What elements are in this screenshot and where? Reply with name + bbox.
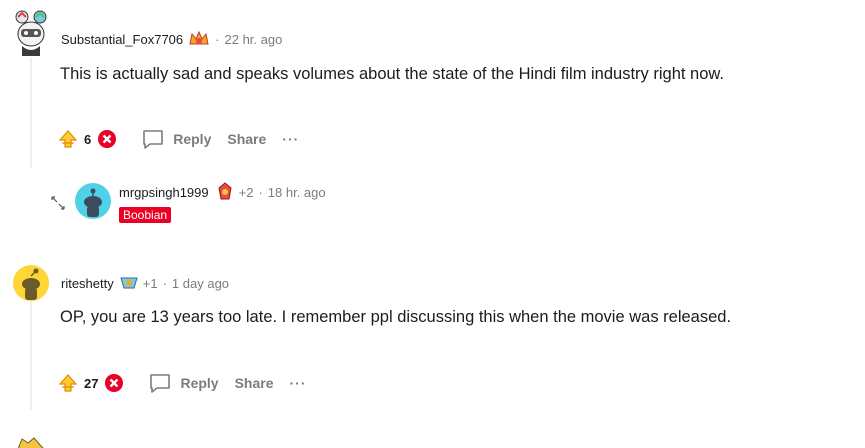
upvote-icon[interactable] xyxy=(58,129,78,149)
expand-icon[interactable] xyxy=(49,194,67,217)
comment-meta: mrgpsingh1999 +2 · 18 hr. ago xyxy=(119,182,326,202)
comment-actions: 6 Reply Share ··· xyxy=(58,128,299,150)
achievement-count: +1 xyxy=(142,275,158,291)
avatar[interactable] xyxy=(75,183,111,219)
more-options-button[interactable]: ··· xyxy=(282,131,299,147)
downvote-icon[interactable] xyxy=(104,373,124,393)
thread-line[interactable] xyxy=(30,58,32,168)
avatar[interactable] xyxy=(12,264,50,302)
share-button[interactable]: Share xyxy=(227,131,266,147)
comment-body: OP, you are 13 years too late. I remembe… xyxy=(60,308,732,326)
downvote-icon[interactable] xyxy=(97,129,117,149)
separator: · xyxy=(162,275,167,291)
achievement-icon xyxy=(215,182,235,202)
thread-line[interactable] xyxy=(30,300,32,410)
comment-body: This is actually sad and speaks volumes … xyxy=(60,65,725,83)
timestamp[interactable]: 18 hr. ago xyxy=(268,185,326,200)
achievement-icon xyxy=(188,30,210,48)
reply-button[interactable]: Reply xyxy=(148,372,219,394)
share-button[interactable]: Share xyxy=(235,375,274,391)
separator: · xyxy=(215,31,220,47)
achievement-count: +2 xyxy=(238,184,254,200)
username[interactable]: mrgpsingh1999 xyxy=(119,185,209,200)
reply-label: Reply xyxy=(180,375,219,391)
user-flair: Boobian xyxy=(119,207,172,223)
reply-label: Reply xyxy=(173,131,212,147)
timestamp[interactable]: 1 day ago xyxy=(172,276,229,291)
upvote-icon[interactable] xyxy=(58,373,78,393)
timestamp[interactable]: 22 hr. ago xyxy=(225,32,283,47)
comment-icon xyxy=(141,128,165,150)
username[interactable]: Substantial_Fox7706 xyxy=(61,32,183,47)
comment-meta: riteshetty +1 · 1 day ago xyxy=(61,274,229,292)
vote-count: 6 xyxy=(84,131,92,147)
avatar[interactable] xyxy=(14,436,46,448)
reply-button[interactable]: Reply xyxy=(141,128,211,150)
comment-icon xyxy=(148,372,172,394)
comment-meta: Substantial_Fox7706 · 22 hr. ago xyxy=(61,30,282,48)
more-options-button[interactable]: ··· xyxy=(290,375,307,391)
separator: · xyxy=(258,184,263,200)
comment-actions: 27 Reply Share ··· xyxy=(58,372,307,394)
achievement-icon xyxy=(119,274,139,292)
avatar[interactable] xyxy=(12,10,50,56)
username[interactable]: riteshetty xyxy=(61,276,114,291)
vote-count: 27 xyxy=(84,375,99,391)
